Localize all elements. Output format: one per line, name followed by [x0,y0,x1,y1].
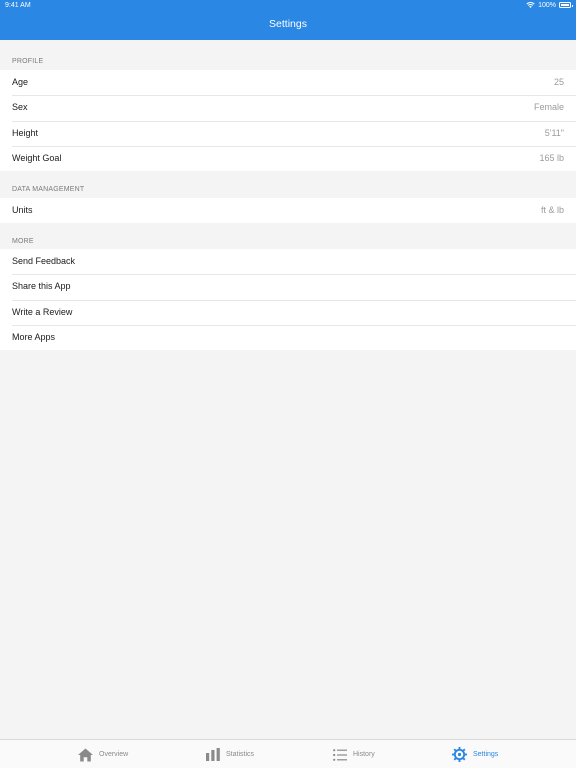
battery-percentage: 100% [538,1,556,9]
row-units[interactable]: Units ft & lb [0,198,576,223]
row-weight-goal[interactable]: Weight Goal 165 lb [0,145,576,171]
status-bar: 9:41 AM 100% [0,0,576,12]
navigation-bar: 9:41 AM 100% Settings [0,0,576,40]
status-time: 9:41 AM [5,2,31,9]
row-age[interactable]: Age 25 [0,70,576,95]
status-right: 100% [526,1,573,9]
row-value: ft & lb [540,205,564,215]
tab-label: Statistics [226,751,255,758]
row-label: Age [12,77,29,87]
profile-group: Age 25 Sex Female Height 5'11" Weight Go… [0,70,576,172]
row-label: Weight Goal [12,152,62,163]
tab-bar: Overview Statistics History Settings [0,739,576,768]
row-share-app[interactable]: Share this App [0,274,576,299]
tab-overview[interactable]: Overview [78,740,128,768]
row-label: Units [12,205,33,215]
row-label: Share this App [12,281,71,292]
bar-chart-icon [206,748,220,761]
row-label: Send Feedback [12,256,76,266]
row-label: More Apps [12,331,56,342]
row-label: Write a Review [12,306,73,317]
tab-label: Settings [473,751,499,758]
list-icon [333,748,347,761]
tab-label: Overview [99,751,129,758]
wifi-icon [526,2,535,8]
home-icon [78,748,93,761]
row-value: Female [533,102,564,113]
section-header-profile: PROFILE [12,58,44,65]
row-sex[interactable]: Sex Female [0,95,576,120]
row-value: 5'11" [544,127,564,138]
data-management-group: Units ft & lb [0,198,576,224]
section-header-data-management: DATA MANAGEMENT [12,186,85,193]
row-label: Sex [12,102,28,113]
section-header-more: MORE [12,238,34,245]
row-label: Height [12,127,39,138]
tab-settings[interactable]: Settings [452,740,498,768]
battery-icon [559,2,573,8]
settings-screen: 9:41 AM 100% Settings PROFILE Age 25 Sex… [0,0,576,768]
row-write-review[interactable]: Write a Review [0,299,576,325]
page-title: Settings [269,18,307,30]
gear-icon [452,747,467,762]
row-value: 25 [553,77,564,87]
row-send-feedback[interactable]: Send Feedback [0,249,576,274]
tab-history[interactable]: History [333,740,375,768]
row-more-apps[interactable]: More Apps [0,324,576,350]
tab-label: History [353,751,375,758]
row-height[interactable]: Height 5'11" [0,120,576,146]
more-group: Send Feedback Share this App Write a Rev… [0,249,576,351]
row-value: 165 lb [539,152,564,163]
tab-statistics[interactable]: Statistics [206,740,254,768]
